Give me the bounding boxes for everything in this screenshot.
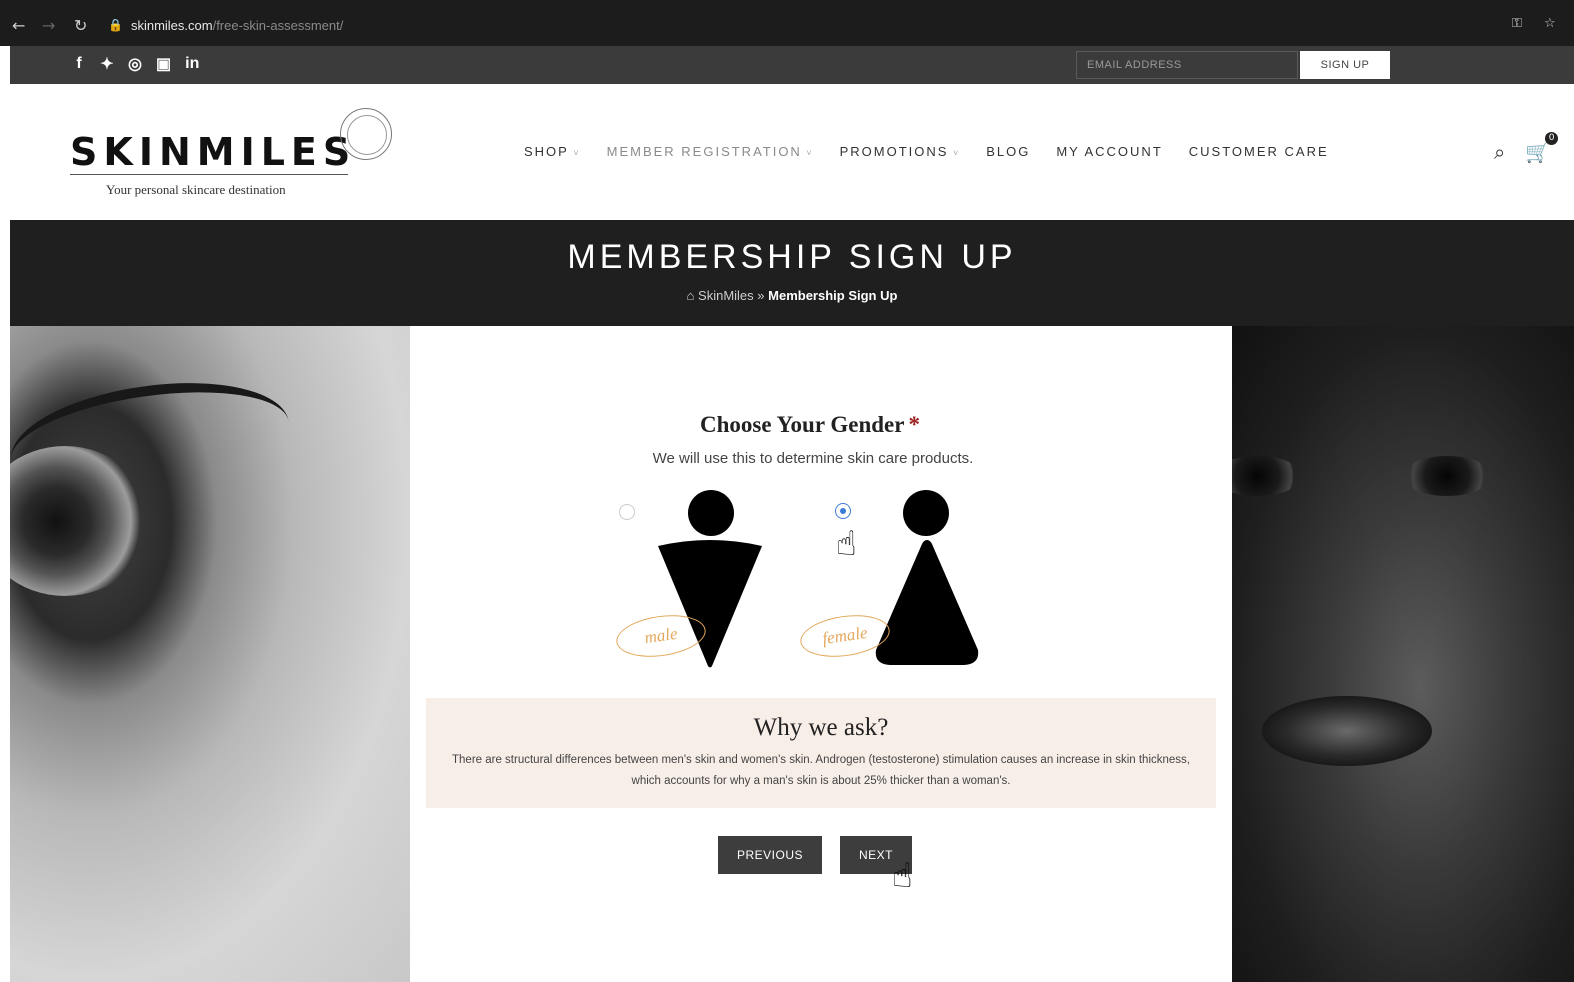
breadcrumb-separator: »: [757, 288, 765, 303]
linkedin-icon[interactable]: in: [185, 55, 199, 73]
reload-icon[interactable]: ↻: [74, 16, 87, 35]
nav-label: PROMOTIONS: [839, 144, 949, 159]
nav-item-shop[interactable]: SHOP ˅: [524, 144, 581, 159]
main-nav: SHOP ˅ MEMBER REGISTRATION ˅ PROMOTIONS …: [524, 144, 1355, 159]
hand-cursor-icon: ☝: [836, 524, 857, 564]
question-title: Choose Your Gender *: [410, 412, 1210, 438]
lock-icon: 🔒: [108, 18, 123, 32]
female-radio[interactable]: [835, 503, 851, 519]
page-title-band: MEMBERSHIP SIGN UP ⌂ SkinMiles » Members…: [10, 220, 1574, 326]
site-header: SKINMILES Your personal skincare destina…: [10, 84, 1574, 220]
eye-shape: [1232, 456, 1302, 496]
nav-item-member-registration[interactable]: MEMBER REGISTRATION ˅: [607, 144, 814, 159]
logo-tagline: Your personal skincare destination: [106, 182, 286, 197]
left-hero-image: [10, 326, 410, 982]
url-path: /free-skin-assessment/: [212, 17, 344, 33]
address-bar[interactable]: 🔒 skinmiles.com/free-skin-assessment/: [108, 14, 343, 36]
chevron-down-icon: ˅: [801, 148, 814, 158]
female-figure-icon[interactable]: [874, 538, 980, 668]
cart-count-badge: 0: [1545, 132, 1559, 145]
cart-icon[interactable]: 🛒 0: [1525, 132, 1559, 164]
nav-item-promotions[interactable]: PROMOTIONS ˅: [840, 144, 961, 159]
eye-shape: [1402, 456, 1492, 496]
instagram-icon[interactable]: ◎: [128, 54, 142, 74]
lips-shape: [1262, 696, 1432, 766]
search-icon[interactable]: ⌕: [1494, 140, 1505, 164]
key-icon[interactable]: ⚿: [1512, 16, 1522, 31]
url-host: skinmiles.com: [130, 17, 213, 33]
breadcrumb-home[interactable]: SkinMiles: [698, 288, 754, 303]
chevron-down-icon: ˅: [948, 148, 961, 158]
why-text: There are structural differences between…: [452, 754, 1190, 787]
page-title: MEMBERSHIP SIGN UP: [567, 238, 1017, 276]
twitter-icon[interactable]: ✦: [100, 54, 114, 74]
home-icon: ⌂: [686, 288, 695, 303]
logo-divider: [70, 174, 348, 175]
top-strip: f ✦ ◎ ▣ in EMAIL ADDRESS SIGN UP: [10, 46, 1574, 84]
forward-arrow-icon[interactable]: →: [42, 16, 55, 35]
browser-toolbar: ← → ↻ 🔒 skinmiles.com/free-skin-assessme…: [0, 0, 1574, 46]
why-we-ask-box: Why we ask? There are structural differe…: [426, 698, 1216, 808]
header-icons: ⌕ 🛒 0: [1494, 132, 1559, 164]
nav-label: SHOP: [524, 144, 569, 159]
facebook-icon[interactable]: f: [72, 55, 86, 73]
youtube-icon[interactable]: ▣: [156, 54, 171, 74]
question-title-text: Choose Your Gender: [700, 412, 905, 437]
logo-seal-icon: [340, 108, 392, 160]
question-subtitle: We will use this to determine skin care …: [652, 450, 974, 467]
nav-item-blog[interactable]: BLOG: [986, 144, 1030, 159]
female-figure-head: [903, 490, 949, 536]
why-title: Why we ask?: [753, 714, 889, 741]
male-radio[interactable]: [619, 504, 635, 520]
nav-label: MEMBER REGISTRATION: [606, 144, 802, 159]
chevron-down-icon: ˅: [568, 148, 581, 158]
right-hero-image: [1232, 326, 1574, 982]
star-icon[interactable]: ☆: [1544, 16, 1556, 31]
social-links: f ✦ ◎ ▣ in: [72, 54, 199, 74]
signup-button[interactable]: SIGN UP: [1300, 51, 1390, 79]
nav-item-customer-care[interactable]: CUSTOMER CARE: [1189, 144, 1329, 159]
gender-step: Choose Your Gender * We will use this to …: [410, 326, 1232, 982]
breadcrumb-current: Membership Sign Up: [768, 288, 898, 303]
logo-text: SKINMILES: [70, 130, 357, 174]
male-figure-head: [688, 490, 734, 536]
email-field[interactable]: EMAIL ADDRESS: [1076, 51, 1298, 79]
logo[interactable]: SKINMILES Your personal skincare destina…: [70, 104, 410, 204]
required-mark: *: [908, 412, 920, 437]
previous-button[interactable]: PREVIOUS: [718, 836, 822, 874]
back-arrow-icon[interactable]: ←: [12, 16, 25, 35]
breadcrumb: ⌂ SkinMiles » Membership Sign Up: [10, 288, 1574, 303]
hand-cursor-icon: ☝: [892, 856, 913, 896]
nav-item-my-account[interactable]: MY ACCOUNT: [1056, 144, 1162, 159]
